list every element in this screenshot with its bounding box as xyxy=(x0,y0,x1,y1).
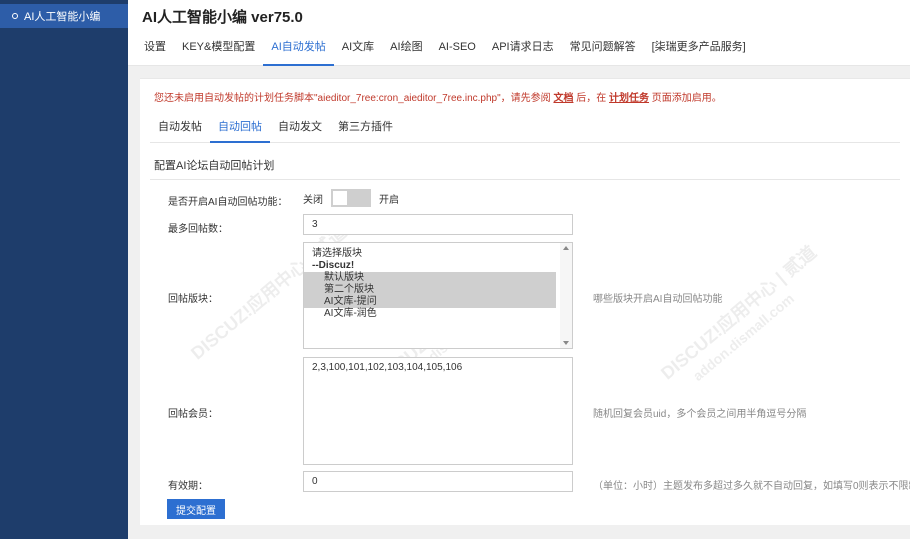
forum-option[interactable]: AI文库-润色 xyxy=(304,308,556,320)
validity-label: 有效期： xyxy=(168,481,208,492)
forum-option-group: --Discuz! xyxy=(312,260,355,271)
toggle-on-label: 开启 xyxy=(379,194,399,206)
members-label: 回帖会员： xyxy=(168,409,218,420)
doc-link[interactable]: 文档 xyxy=(553,93,573,104)
forum-hint: 哪些版块开启AI自动回帖功能 xyxy=(593,294,723,305)
enable-toggle[interactable] xyxy=(331,189,371,207)
sidebar-item-label: AI人工智能小编 xyxy=(24,11,101,23)
validity-hint: （单位：小时）主题发布多超过多久就不自动回复，如填写0则表示不限制 xyxy=(593,481,910,492)
subtab-third-party[interactable]: 第三方插件 xyxy=(330,113,401,143)
scroll-down-icon[interactable] xyxy=(563,341,569,345)
max-reply-label: 最多回帖数： xyxy=(168,224,228,235)
header: AI人工智能小编 ver75.0 设置 KEY&模型配置 AI自动发帖 AI文库… xyxy=(128,0,910,66)
listbox-scrollbar[interactable] xyxy=(560,243,572,348)
notice-text: 后，在 xyxy=(576,93,607,104)
main-panel: DISCUZ!应用中心 | 贰道 DISCUZ!应用中心 | 贰道 DISCUZ… xyxy=(140,78,910,525)
watermark: DISCUZ!应用中心 | 贰道 xyxy=(657,242,821,384)
forum-select[interactable]: 请选择版块 --Discuz! 默认版块 第二个版块 AI文库-提问 AI文库-… xyxy=(303,242,573,349)
max-reply-input[interactable] xyxy=(303,214,573,235)
validity-input[interactable] xyxy=(303,471,573,492)
tab-ai-seo[interactable]: AI-SEO xyxy=(431,34,484,66)
section-title: 配置AI论坛自动回帖计划 xyxy=(154,160,275,172)
tab-ai-drawing[interactable]: AI绘图 xyxy=(382,34,430,66)
forum-option[interactable]: 默认版块 xyxy=(304,272,556,284)
tab-faq[interactable]: 常见问题解答 xyxy=(562,34,644,66)
circle-icon xyxy=(12,13,18,19)
tab-settings[interactable]: 设置 xyxy=(136,34,174,66)
notice-text: 页面添加启用。 xyxy=(651,93,722,104)
enable-label: 是否开启AI自动回帖功能： xyxy=(168,197,288,208)
cron-task-link[interactable]: 计划任务 xyxy=(609,93,649,104)
forum-option[interactable]: AI文库-提问 xyxy=(304,296,556,308)
main-tabs: 设置 KEY&模型配置 AI自动发帖 AI文库 AI绘图 AI-SEO API请… xyxy=(136,34,754,66)
members-hint: 随机回复会员uid，多个会员之间用半角逗号分隔 xyxy=(593,409,807,420)
subtab-auto-post[interactable]: 自动发帖 xyxy=(150,113,210,143)
scroll-up-icon[interactable] xyxy=(563,246,569,250)
tab-ai-library[interactable]: AI文库 xyxy=(334,34,382,66)
members-textarea[interactable]: 2,3,100,101,102,103,104,105,106 xyxy=(303,357,573,465)
divider xyxy=(150,179,900,180)
tab-key-model[interactable]: KEY&模型配置 xyxy=(174,34,263,66)
sidebar: AI人工智能小编 xyxy=(0,0,128,539)
toggle-off-label: 关闭 xyxy=(303,194,323,206)
forum-label: 回帖版块： xyxy=(168,294,218,305)
forum-option[interactable]: 第二个版块 xyxy=(304,284,556,296)
tab-more-products[interactable]: [柒瑞更多产品服务] xyxy=(644,34,754,66)
subtab-auto-reply[interactable]: 自动回帖 xyxy=(210,113,270,143)
cron-notice: 您还未启用自动发帖的计划任务脚本"aieditor_7ree:cron_aied… xyxy=(154,89,722,104)
forum-option[interactable]: 请选择版块 xyxy=(304,248,556,260)
submit-button[interactable]: 提交配置 xyxy=(167,499,225,519)
tab-auto-post[interactable]: AI自动发帖 xyxy=(263,34,334,66)
toggle-knob xyxy=(333,191,347,205)
page-title: AI人工智能小编 ver75.0 xyxy=(142,9,303,26)
sidebar-item-ai-editor[interactable]: AI人工智能小编 xyxy=(0,4,128,28)
enable-toggle-group: 关闭 开启 xyxy=(303,189,399,207)
tab-api-log[interactable]: API请求日志 xyxy=(484,34,562,66)
subtab-auto-article[interactable]: 自动发文 xyxy=(270,113,330,143)
notice-text: 您还未启用自动发帖的计划任务脚本"aieditor_7ree:cron_aied… xyxy=(154,93,551,104)
sub-tabs: 自动发帖 自动回帖 自动发文 第三方插件 xyxy=(150,113,900,143)
